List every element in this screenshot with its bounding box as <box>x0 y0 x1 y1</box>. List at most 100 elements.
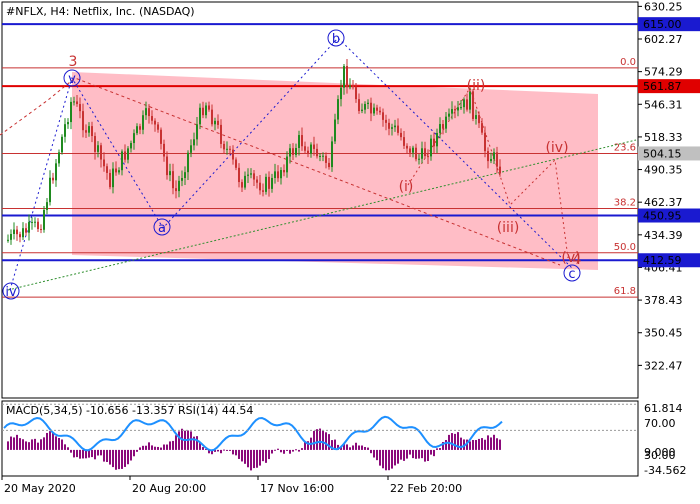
candle-body <box>469 91 471 110</box>
candle-body <box>385 119 387 123</box>
macd-bar <box>499 439 501 450</box>
candle-body <box>220 124 222 144</box>
macd-bar <box>202 447 204 450</box>
candle-body <box>151 116 153 121</box>
candle-body <box>16 229 18 235</box>
candle-body <box>145 108 147 116</box>
macd-bar <box>121 449 123 469</box>
macd-bar <box>142 445 144 450</box>
macd-bar <box>58 437 60 450</box>
indicator-title: MACD(5,34,5) -10.656 -13.357 RSI(14) 44.… <box>6 404 253 417</box>
candle-body <box>217 120 219 125</box>
x-tick-label: 22 Feb 20:00 <box>390 482 462 495</box>
macd-bar <box>487 435 489 450</box>
macd-bar <box>316 429 318 450</box>
candle-body <box>172 171 174 189</box>
candle-body <box>34 221 36 223</box>
macd-bar <box>451 433 453 450</box>
candle-body <box>121 151 123 171</box>
candle-body <box>475 115 477 119</box>
macd-bar <box>169 441 171 450</box>
candle-body <box>250 173 252 175</box>
candle-body <box>319 155 321 157</box>
candle-body <box>238 167 240 183</box>
macd-bar <box>349 447 351 450</box>
macd-bar <box>7 441 9 450</box>
candle-body <box>370 102 372 114</box>
macd-bar <box>262 449 264 462</box>
candle-body <box>286 156 288 173</box>
macd-bar <box>406 449 408 459</box>
macd-bar <box>313 430 315 450</box>
macd-bar <box>70 449 72 453</box>
candle-body <box>406 145 408 149</box>
macd-bar <box>385 449 387 471</box>
macd-bar <box>370 449 372 454</box>
candle-body <box>427 156 429 158</box>
macd-bar <box>163 444 165 450</box>
macd-bar <box>64 444 66 450</box>
candle-body <box>493 152 495 159</box>
macd-bar <box>301 448 303 450</box>
macd-bar <box>388 449 390 471</box>
candle-body <box>460 107 462 109</box>
fib-level-label: 38.2 <box>614 197 636 208</box>
candle-body <box>457 107 459 111</box>
candle-body <box>133 133 135 144</box>
candle-body <box>328 162 330 168</box>
candle-body <box>37 221 39 230</box>
candle-body <box>112 168 114 188</box>
macd-bar <box>427 449 429 462</box>
macd-bar <box>232 449 234 455</box>
candle-body <box>208 105 210 110</box>
candle-body <box>376 107 378 111</box>
macd-bar <box>496 438 498 450</box>
macd-bar <box>403 449 405 461</box>
price-badge-label: 561.87 <box>643 80 682 93</box>
candle-body <box>202 107 204 116</box>
candle-body <box>421 148 423 159</box>
candle-body <box>391 127 393 129</box>
macd-bar <box>220 449 222 454</box>
macd-bar <box>223 449 225 451</box>
candle-body <box>244 175 246 188</box>
macd-bar <box>19 438 21 450</box>
macd-bar <box>118 449 120 470</box>
candle-body <box>139 126 141 130</box>
price-badge-label: 450.95 <box>643 210 682 223</box>
macd-bar <box>241 449 243 462</box>
candle-body <box>265 176 267 192</box>
macd-bar <box>76 449 78 458</box>
macd-bar <box>31 439 33 450</box>
macd-bar <box>238 449 240 459</box>
candle-body <box>445 116 447 129</box>
macd-bar <box>247 449 249 468</box>
macd-bar <box>166 444 168 450</box>
candle-body <box>466 99 468 110</box>
macd-bar <box>274 449 276 451</box>
macd-bar <box>160 447 162 450</box>
macd-bar <box>346 444 348 450</box>
candle-body <box>268 176 270 189</box>
target-zone <box>72 72 598 270</box>
candle-body <box>229 148 231 150</box>
wave-label: b <box>332 32 340 47</box>
candle-body <box>448 113 450 117</box>
candle-body <box>79 104 81 112</box>
macd-bar <box>25 441 27 450</box>
candle-body <box>277 171 279 179</box>
y-tick-label: 322.47 <box>644 359 683 372</box>
macd-bar <box>433 449 435 457</box>
macd-bar <box>379 449 381 466</box>
macd-bar <box>409 449 411 455</box>
candle-body <box>109 172 111 188</box>
y-tick-label: 462.37 <box>644 196 683 209</box>
candle-body <box>499 166 501 174</box>
candle-body <box>178 180 180 192</box>
fib-level-label: 50.0 <box>614 242 636 253</box>
macd-bar <box>418 449 420 459</box>
chart-title: #NFLX, H4: Netflix, Inc. (NASDAQ) <box>6 5 195 18</box>
candle-body <box>148 108 150 117</box>
fib-level-label: 61.8 <box>614 286 636 297</box>
macd-bar <box>475 440 477 450</box>
